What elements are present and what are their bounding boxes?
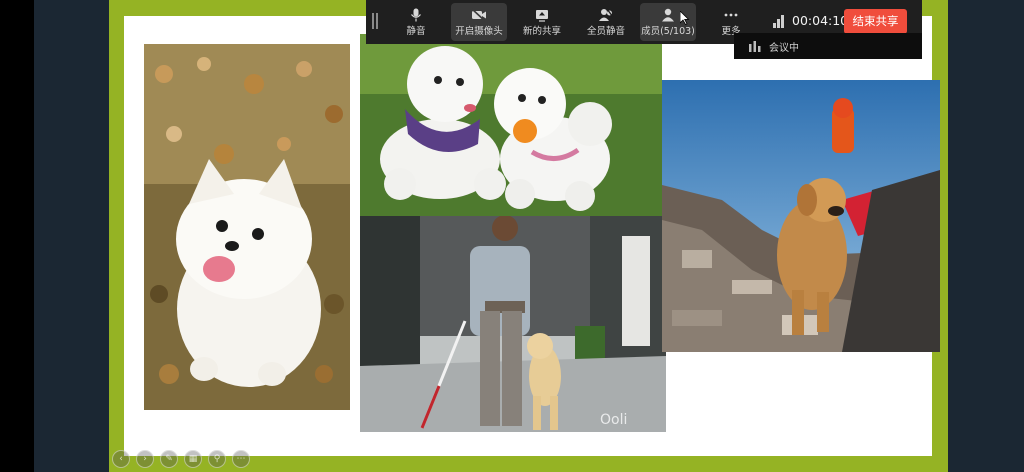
mute-label: 静音 [406,26,426,37]
start-camera-button[interactable]: 开启摄像头 [451,3,507,41]
pen-icon[interactable]: ✎ [160,450,178,468]
more-icon [706,8,756,22]
grid-view-icon [749,41,761,52]
mute-all-button[interactable]: 全员静音 [578,3,634,41]
photo-watermark: Ooli [600,412,627,428]
screen-edge [0,0,34,472]
next-slide-icon[interactable]: › [136,450,154,468]
photo-rescue-dog [662,80,940,352]
meeting-timer: 00:04:10 [792,13,849,28]
mouse-cursor-icon [679,10,690,26]
photo-white-pomeranian [144,44,350,410]
camera-off-icon [451,8,507,22]
more-options-icon[interactable]: ⋯ [232,450,250,468]
network-signal-icon [773,14,787,28]
right-margin [948,0,1024,472]
new-share-label: 新的共享 [522,26,561,37]
members-label: 成员(5/103) [641,26,695,37]
mute-all-icon [578,8,634,22]
meeting-status-label: 会议中 [769,43,799,54]
end-share-button[interactable]: 结束共享 [844,9,907,34]
drag-handle[interactable] [372,13,380,29]
microphone-icon [390,8,442,22]
start-camera-label: 开启摄像头 [455,26,503,37]
meeting-status-strip: 会议中 [734,33,922,59]
slides-grid-icon[interactable]: ▦ [184,450,202,468]
zoom-icon[interactable]: ⚲ [208,450,226,468]
share-screen-icon [516,8,568,22]
photo-two-poodles [360,34,662,216]
prev-slide-icon[interactable]: ‹ [112,450,130,468]
mute-button[interactable]: 静音 [390,3,442,41]
mute-all-label: 全员静音 [586,26,625,37]
presentation-controls: ‹ › ✎ ▦ ⚲ ⋯ [112,450,262,468]
left-margin [34,0,109,472]
photo-blind-man-guide-dog: Ooli [360,216,666,432]
new-share-button[interactable]: 新的共享 [516,3,568,41]
